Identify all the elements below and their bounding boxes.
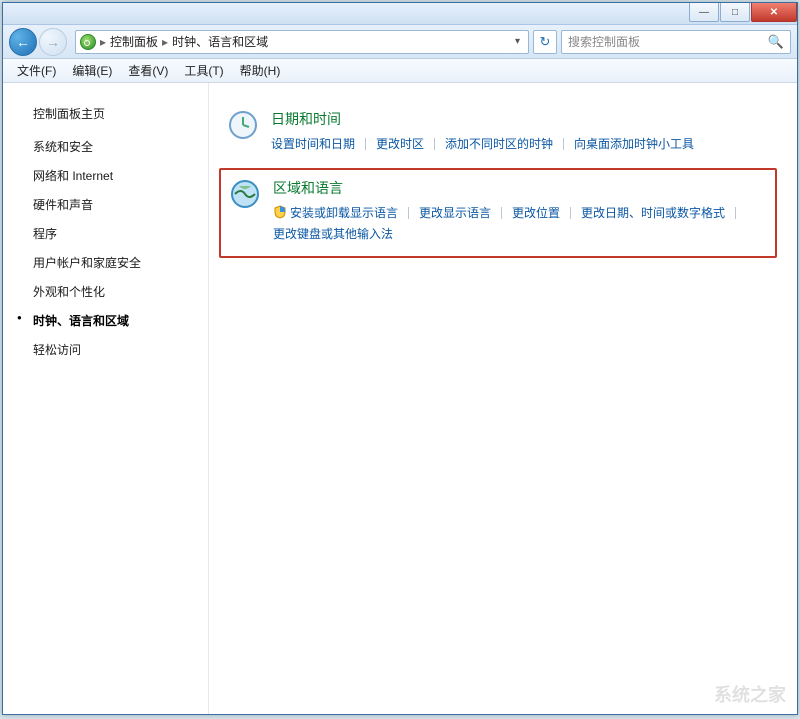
search-placeholder: 搜索控制面板 xyxy=(568,33,640,50)
menu-file[interactable]: 文件(F) xyxy=(9,59,64,82)
control-panel-home-link[interactable]: 控制面板主页 xyxy=(3,101,208,132)
menu-view[interactable]: 查看(V) xyxy=(120,59,176,82)
category-title[interactable]: 日期和时间 xyxy=(271,109,771,129)
titlebar: — □ ✕ xyxy=(3,3,797,25)
menu-bar: 文件(F) 编辑(E) 查看(V) 工具(T) 帮助(H) xyxy=(3,59,797,83)
control-panel-icon xyxy=(80,34,96,50)
minimize-button[interactable]: — xyxy=(689,3,719,22)
maximize-icon: □ xyxy=(732,7,738,18)
window-controls: — □ ✕ xyxy=(688,3,797,22)
category-sublink[interactable]: 更改时区 xyxy=(376,133,424,154)
menu-help[interactable]: 帮助(H) xyxy=(232,59,289,82)
category-sublink[interactable]: 更改键盘或其他输入法 xyxy=(273,223,393,244)
arrow-right-icon: → xyxy=(46,34,60,50)
sidebar-item[interactable]: 用户帐户和家庭安全 xyxy=(3,248,208,277)
category-title[interactable]: 区域和语言 xyxy=(273,178,769,198)
sidebar-item[interactable]: 系统和安全 xyxy=(3,132,208,161)
category-sublink[interactable]: 更改日期、时间或数字格式 xyxy=(581,202,725,223)
category-links: 设置时间和日期更改时区添加不同时区的时钟向桌面添加时钟小工具 xyxy=(271,133,771,154)
breadcrumb-separator: ▸ xyxy=(96,35,110,49)
menu-tools[interactable]: 工具(T) xyxy=(176,59,231,82)
link-separator xyxy=(408,207,409,219)
category-sublink[interactable]: 更改显示语言 xyxy=(419,202,491,223)
globe-icon xyxy=(229,178,261,210)
window: — □ ✕ ← → ▸ 控制面板 ▸ 时钟、语言和区域 ▾ ↻ 搜索控制面板 🔍 xyxy=(2,2,798,715)
category-sublink[interactable]: 设置时间和日期 xyxy=(271,133,355,154)
clock-icon xyxy=(227,109,259,141)
refresh-button[interactable]: ↻ xyxy=(533,30,557,54)
menu-edit[interactable]: 编辑(E) xyxy=(64,59,120,82)
search-input[interactable]: 搜索控制面板 🔍 xyxy=(561,30,791,54)
category: 日期和时间设置时间和日期更改时区添加不同时区的时钟向桌面添加时钟小工具 xyxy=(219,101,777,166)
category: 区域和语言安装或卸载显示语言更改显示语言更改位置更改日期、时间或数字格式更改键盘… xyxy=(219,168,777,258)
nav-forward-button[interactable]: → xyxy=(39,28,67,56)
sidebar-item[interactable]: 硬件和声音 xyxy=(3,190,208,219)
close-icon: ✕ xyxy=(770,7,778,18)
breadcrumb-control-panel[interactable]: 控制面板 xyxy=(110,33,158,50)
category-sublink[interactable]: 更改位置 xyxy=(512,202,560,223)
address-dropdown-icon[interactable]: ▾ xyxy=(511,36,524,47)
link-separator xyxy=(735,207,736,219)
category-body: 日期和时间设置时间和日期更改时区添加不同时区的时钟向桌面添加时钟小工具 xyxy=(271,109,771,154)
close-button[interactable]: ✕ xyxy=(751,3,797,22)
sidebar-item[interactable]: 外观和个性化 xyxy=(3,277,208,306)
search-icon: 🔍 xyxy=(768,34,784,50)
sidebar-item[interactable]: 时钟、语言和区域 xyxy=(3,306,208,335)
refresh-icon: ↻ xyxy=(540,34,551,50)
body: 控制面板主页 系统和安全网络和 Internet硬件和声音程序用户帐户和家庭安全… xyxy=(3,83,797,714)
category-body: 区域和语言安装或卸载显示语言更改显示语言更改位置更改日期、时间或数字格式更改键盘… xyxy=(273,178,769,244)
category-links: 安装或卸载显示语言更改显示语言更改位置更改日期、时间或数字格式更改键盘或其他输入… xyxy=(273,202,769,244)
link-separator xyxy=(365,138,366,150)
link-separator xyxy=(501,207,502,219)
link-separator xyxy=(570,207,571,219)
content-area: 日期和时间设置时间和日期更改时区添加不同时区的时钟向桌面添加时钟小工具区域和语言… xyxy=(208,83,797,714)
arrow-left-icon: ← xyxy=(16,34,30,50)
nav-back-button[interactable]: ← xyxy=(9,28,37,56)
breadcrumb-clock-language-region[interactable]: 时钟、语言和区域 xyxy=(172,33,268,50)
category-sublink[interactable]: 添加不同时区的时钟 xyxy=(445,133,553,154)
category-sublink[interactable]: 向桌面添加时钟小工具 xyxy=(574,133,694,154)
sidebar: 控制面板主页 系统和安全网络和 Internet硬件和声音程序用户帐户和家庭安全… xyxy=(3,83,208,714)
sidebar-item[interactable]: 网络和 Internet xyxy=(3,161,208,190)
sidebar-item[interactable]: 程序 xyxy=(3,219,208,248)
category-sublink[interactable]: 安装或卸载显示语言 xyxy=(273,202,398,223)
maximize-button[interactable]: □ xyxy=(720,3,750,22)
minimize-icon: — xyxy=(699,7,709,18)
sidebar-item[interactable]: 轻松访问 xyxy=(3,335,208,364)
address-bar-row: ← → ▸ 控制面板 ▸ 时钟、语言和区域 ▾ ↻ 搜索控制面板 🔍 xyxy=(3,25,797,59)
link-separator xyxy=(434,138,435,150)
link-separator xyxy=(563,138,564,150)
address-bar[interactable]: ▸ 控制面板 ▸ 时钟、语言和区域 ▾ xyxy=(75,30,529,54)
breadcrumb-separator: ▸ xyxy=(158,35,172,49)
